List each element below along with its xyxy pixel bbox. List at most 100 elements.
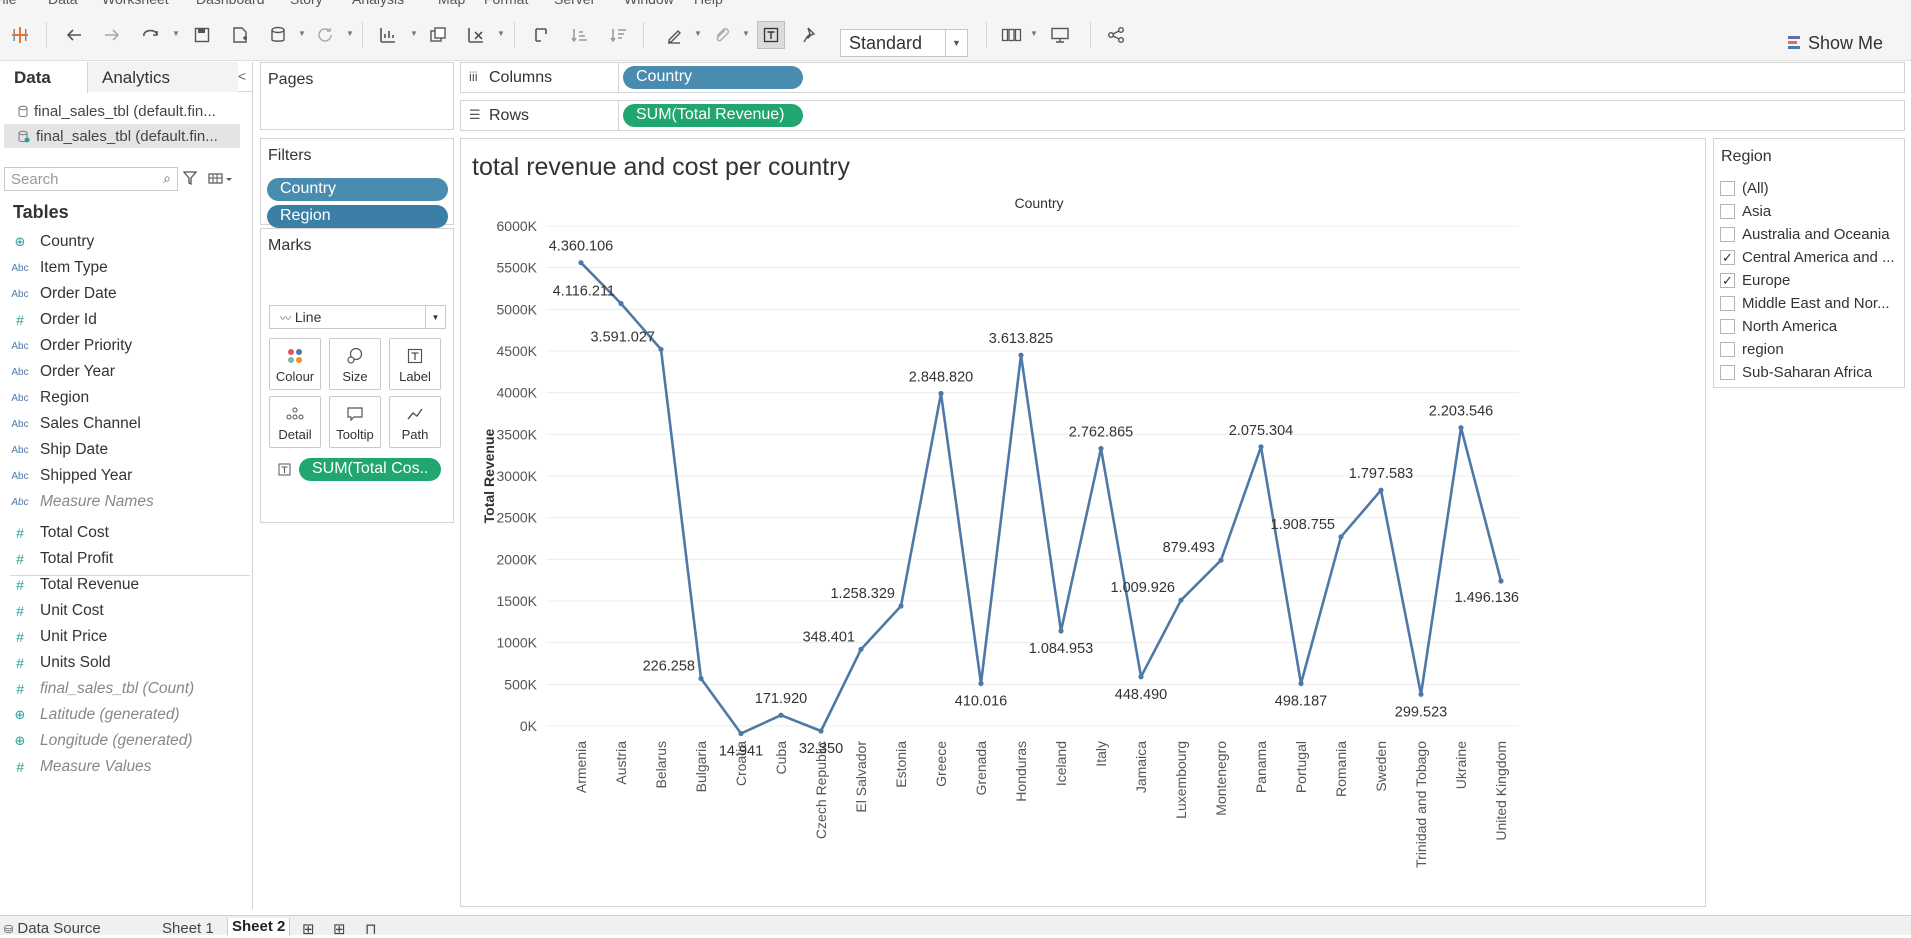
menu-item[interactable]: Window — [624, 0, 674, 7]
field-item[interactable]: # Unit Cost — [0, 598, 250, 624]
data-dropdown-icon[interactable]: ▼ — [298, 29, 306, 38]
region-option[interactable]: ✓ Central America and ... — [1720, 246, 1902, 268]
field-item[interactable]: # Order Id — [0, 307, 250, 333]
sort-ascending-icon[interactable] — [566, 21, 594, 49]
filter-fields-icon[interactable] — [182, 170, 198, 191]
data-point[interactable] — [1178, 597, 1184, 603]
data-point[interactable] — [1338, 534, 1344, 540]
field-item[interactable]: ⊕ Longitude (generated) — [0, 728, 250, 754]
menu-item[interactable]: Story — [290, 0, 323, 7]
label-pill-total-cost[interactable]: SUM(Total Cos.. — [299, 458, 441, 481]
tab-analytics[interactable]: Analytics — [88, 62, 238, 92]
checkbox[interactable] — [1720, 180, 1735, 196]
collapse-pane-icon[interactable]: < — [238, 68, 246, 84]
pages-shelf[interactable]: Pages — [260, 62, 454, 130]
menu-item[interactable]: Format — [484, 0, 528, 7]
data-point[interactable] — [698, 675, 704, 682]
data-point[interactable] — [738, 730, 744, 737]
new-worksheet-tab-icon[interactable]: ⊞ — [302, 920, 315, 938]
rows-shelf[interactable]: ☰ Rows SUM(Total Revenue) — [460, 100, 1905, 131]
menu-item[interactable]: Worksheet — [102, 0, 169, 7]
region-option[interactable]: Sub-Saharan Africa — [1720, 361, 1902, 383]
data-point[interactable] — [1418, 691, 1424, 697]
redo-icon[interactable] — [98, 21, 126, 49]
data-point[interactable] — [778, 712, 784, 718]
show-cards-icon[interactable] — [998, 21, 1026, 49]
checkbox-checked[interactable]: ✓ — [1720, 272, 1735, 288]
data-point[interactable] — [1458, 425, 1464, 431]
region-option[interactable]: ✓ Europe — [1720, 269, 1902, 291]
data-point[interactable] — [1258, 444, 1264, 450]
colour-button[interactable]: Colour — [269, 338, 321, 390]
refresh-dropdown-icon[interactable]: ▼ — [346, 29, 354, 38]
data-source-item[interactable]: final_sales_tbl (default.fin... — [4, 99, 240, 123]
field-item[interactable]: Abc Ship Date — [0, 437, 250, 463]
field-item[interactable]: Abc Sales Channel — [0, 411, 250, 437]
field-item[interactable]: Abc Order Priority — [0, 333, 250, 359]
undo-icon[interactable] — [60, 21, 88, 49]
new-story-tab-icon[interactable]: ⊓ — [365, 920, 377, 938]
menu-item[interactable]: Map — [438, 0, 465, 7]
field-item[interactable]: Abc Region — [0, 385, 250, 411]
menu-item[interactable]: Analysis — [352, 0, 404, 7]
line-chart[interactable]: Country 0K 500K 1000K 1500K 2000K 2500K 3000K 35… — [461, 139, 1705, 906]
refresh-icon[interactable] — [311, 21, 339, 49]
data-point[interactable] — [978, 680, 984, 687]
data-point[interactable] — [578, 260, 584, 266]
new-dashboard-tab-icon[interactable]: ⊞ — [333, 920, 346, 938]
region-option[interactable]: Australia and Oceania — [1720, 223, 1902, 245]
field-item[interactable]: # Units Sold — [0, 650, 250, 676]
new-worksheet-icon[interactable] — [375, 21, 403, 49]
highlight-icon[interactable] — [660, 21, 688, 49]
region-option[interactable]: region — [1720, 338, 1902, 360]
data-point[interactable] — [1218, 557, 1224, 563]
field-item[interactable]: Abc Item Type — [0, 255, 250, 281]
swap-rows-columns-icon[interactable] — [527, 21, 555, 49]
group-members-icon[interactable] — [708, 21, 736, 49]
checkbox-checked[interactable]: ✓ — [1720, 249, 1735, 265]
sheet-1-tab[interactable]: Sheet 1 — [162, 920, 214, 937]
new-worksheet-dropdown-icon[interactable]: ▼ — [410, 29, 418, 38]
sort-descending-icon[interactable] — [605, 21, 633, 49]
mark-type-select[interactable]: 〰 Line ▼ — [269, 305, 446, 329]
field-item[interactable]: # Total Profit — [0, 546, 250, 572]
field-item[interactable]: ⊕ Latitude (generated) — [0, 702, 250, 728]
fix-axes-icon[interactable] — [796, 21, 824, 49]
data-point[interactable] — [1498, 578, 1504, 584]
fit-select[interactable]: Standard ▼ — [840, 29, 968, 57]
menu-item[interactable]: Data — [48, 0, 78, 7]
data-point[interactable] — [1098, 445, 1104, 452]
clear-dropdown-icon[interactable]: ▼ — [497, 29, 505, 38]
data-point[interactable] — [1378, 487, 1384, 493]
field-item[interactable]: Abc Shipped Year — [0, 463, 250, 489]
data-point[interactable] — [658, 346, 664, 352]
data-point[interactable] — [898, 603, 904, 609]
checkbox[interactable] — [1720, 295, 1735, 311]
filter-pill-region[interactable]: Region — [267, 205, 448, 228]
tab-data[interactable]: Data — [0, 62, 88, 93]
duplicate-sheet-icon[interactable] — [424, 21, 452, 49]
data-point[interactable] — [818, 728, 824, 734]
field-item[interactable]: Abc Order Date — [0, 281, 250, 307]
presentation-mode-icon[interactable] — [1046, 21, 1074, 49]
show-me-button[interactable]: Show Me — [1788, 29, 1883, 57]
size-button[interactable]: Size — [329, 338, 381, 390]
field-item[interactable]: # final_sales_tbl (Count) — [0, 676, 250, 702]
filters-shelf[interactable]: Filters Country Region — [260, 138, 454, 228]
replay-icon[interactable] — [137, 21, 165, 49]
field-item[interactable]: Abc Measure Names — [0, 489, 250, 515]
highlight-dropdown-icon[interactable]: ▼ — [694, 29, 702, 38]
label-button[interactable]: Label — [389, 338, 441, 390]
filter-pill-country[interactable]: Country — [267, 178, 448, 201]
columns-shelf[interactable]: iii Columns Country — [460, 62, 1905, 93]
clear-sheet-icon[interactable] — [462, 21, 490, 49]
field-item[interactable]: Abc Order Year — [0, 359, 250, 385]
menu-item[interactable]: Help — [694, 0, 723, 7]
checkbox[interactable] — [1720, 226, 1735, 242]
tableau-logo-icon[interactable] — [6, 21, 34, 49]
tooltip-button[interactable]: Tooltip — [329, 396, 381, 448]
group-dropdown-icon[interactable]: ▼ — [742, 29, 750, 38]
show-mark-labels-icon[interactable] — [757, 21, 785, 49]
checkbox[interactable] — [1720, 364, 1735, 380]
detail-button[interactable]: Detail — [269, 396, 321, 448]
